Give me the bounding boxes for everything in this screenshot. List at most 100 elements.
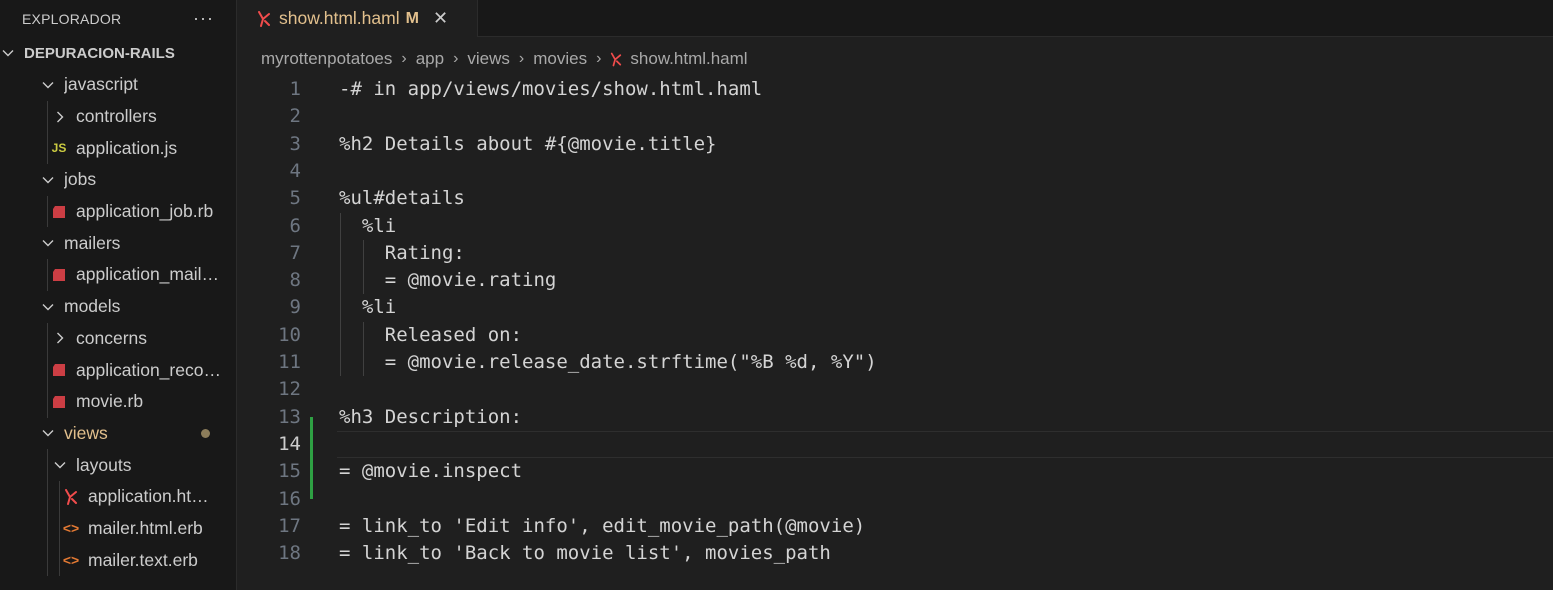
line-number: 16 [278, 487, 301, 510]
code-line[interactable]: 14 [237, 431, 1553, 458]
indent-guide [47, 480, 48, 513]
tree-item-views[interactable]: views [0, 418, 236, 450]
chevron-down-icon [0, 45, 16, 61]
code-text: %ul#details [339, 187, 465, 210]
code-line[interactable]: 13 %h3 Description: [237, 404, 1553, 431]
explorer-sidebar: EXPLORADOR ··· DEPURACION-RAILS javascri… [0, 0, 237, 590]
tree-item-application-ht[interactable]: application.ht… [0, 480, 236, 513]
code-text: = link_to 'Back to movie list', movies_p… [339, 542, 831, 565]
indent-guide [340, 212, 341, 377]
line-number: 14 [278, 432, 301, 455]
code-line[interactable]: 10 Released on: [237, 322, 1553, 349]
tree-item-label: views [64, 422, 108, 443]
code-line[interactable]: 9 %li [237, 294, 1553, 321]
chevron-right-icon [52, 330, 68, 346]
tree-item-label: mailer.text.erb [88, 549, 198, 570]
tree-item-label: controllers [76, 106, 157, 127]
indent-guide [47, 449, 48, 481]
code-line[interactable]: 4 [237, 158, 1553, 185]
code-line[interactable]: 18 = link_to 'Back to movie list', movies… [237, 540, 1553, 567]
indent-guide [47, 354, 48, 386]
code-text: = @movie.release_date.strftime("%B %d, %… [339, 351, 877, 373]
code-text: -# in app/views/movies/show.html.haml [339, 78, 763, 100]
line-number: 9 [289, 296, 301, 319]
line-number: 12 [278, 378, 301, 401]
tree-item-label: models [64, 296, 121, 317]
erb-file-icon: <> [62, 520, 80, 537]
tree-item-label: jobs [64, 169, 97, 190]
code-line[interactable]: 12 [237, 376, 1553, 403]
indent-guide [47, 259, 48, 291]
breadcrumb-item[interactable]: app [416, 49, 444, 69]
line-number: 3 [289, 132, 301, 155]
line-number: 1 [289, 78, 301, 100]
line-number: 5 [289, 187, 301, 210]
file-tree: javascript controllers JS application.js job… [0, 69, 236, 576]
ruby-file-icon [50, 363, 68, 377]
chevron-down-icon [40, 425, 56, 441]
indent-guide [47, 100, 48, 133]
code-line[interactable]: 3 %h2 Details about #{@movie.title} [237, 131, 1553, 158]
code-line[interactable]: 5 %ul#details [237, 185, 1553, 212]
code-editor[interactable]: 1 -# in app/views/movies/show.html.haml 2 3… [237, 75, 1553, 590]
chevron-down-icon [40, 172, 56, 188]
code-line[interactable]: 2 [237, 103, 1553, 130]
tab-show-html-haml[interactable]: show.html.haml M ✕ [237, 0, 478, 37]
code-line[interactable]: 8 = @movie.rating [237, 267, 1553, 294]
tree-item-mailer-text-erb[interactable]: <> mailer.text.erb [0, 544, 236, 576]
more-actions-icon[interactable]: ··· [193, 8, 214, 29]
code-line[interactable]: 16 [237, 486, 1553, 513]
tree-item-application-job-rb[interactable]: application_job.rb [0, 195, 236, 228]
haml-file-icon [610, 52, 622, 67]
tree-item-label: javascript [64, 74, 138, 95]
tree-item-label: concerns [76, 327, 148, 348]
tree-item-label: mailers [64, 232, 121, 253]
tree-item-layouts[interactable]: layouts [0, 449, 236, 481]
tree-item-application-js[interactable]: JS application.js [0, 132, 236, 165]
workspace-root-folder[interactable]: DEPURACION-RAILS [0, 37, 236, 69]
indent-guide [363, 239, 364, 295]
code-line[interactable]: 7 Rating: [237, 240, 1553, 267]
tree-item-models[interactable]: models [0, 291, 236, 323]
breadcrumb-item[interactable]: show.html.haml [630, 49, 747, 69]
tree-item-application-mail[interactable]: application_mail… [0, 259, 236, 291]
tree-item-label: layouts [76, 454, 132, 475]
code-text: = @movie.rating [339, 269, 557, 292]
haml-file-icon [258, 10, 270, 27]
js-file-icon: JS [51, 141, 67, 156]
line-number: 7 [289, 241, 301, 264]
breadcrumb-item[interactable]: views [467, 49, 510, 69]
editor-tab-bar: show.html.haml M ✕ [237, 0, 1553, 37]
tree-item-application-reco[interactable]: application_reco… [0, 354, 236, 386]
tree-item-javascript[interactable]: javascript [0, 69, 236, 101]
code-line[interactable]: 1 -# in app/views/movies/show.html.haml [237, 76, 1553, 103]
tree-item-concerns[interactable]: concerns [0, 322, 236, 355]
close-icon[interactable]: ✕ [433, 8, 448, 29]
code-text: %h3 Description: [339, 405, 523, 428]
tree-item-mailer-html-erb[interactable]: <> mailer.html.erb [0, 512, 236, 545]
line-number: 2 [289, 105, 301, 128]
chevron-right-icon: › [453, 50, 459, 67]
code-line[interactable]: 17 = link_to 'Edit info', edit_movie_path… [237, 513, 1553, 540]
tree-item-controllers[interactable]: controllers [0, 100, 236, 133]
indent-guide [47, 322, 48, 355]
code-line[interactable]: 11 = @movie.release_date.strftime("%B %d… [237, 349, 1553, 376]
haml-file-icon [62, 488, 80, 505]
breadcrumb-item[interactable]: myrottenpotatoes [261, 49, 392, 69]
indent-guide [47, 385, 48, 418]
chevron-right-icon [52, 109, 68, 125]
code-line[interactable]: 6 %li [237, 213, 1553, 240]
indent-guide [59, 480, 60, 513]
tree-item-mailers[interactable]: mailers [0, 227, 236, 259]
code-text: = @movie.inspect [339, 460, 523, 483]
line-number: 4 [289, 159, 301, 182]
code-text: %li [339, 214, 397, 237]
tree-item-jobs[interactable]: jobs [0, 164, 236, 196]
indent-guide [47, 544, 48, 576]
indent-guide [59, 544, 60, 576]
code-line[interactable]: 15 = @movie.inspect [237, 458, 1553, 485]
chevron-right-icon: › [401, 50, 407, 67]
breadcrumb-item[interactable]: movies [533, 49, 587, 69]
tree-item-movie-rb[interactable]: movie.rb [0, 385, 236, 418]
indent-guide [47, 132, 48, 165]
